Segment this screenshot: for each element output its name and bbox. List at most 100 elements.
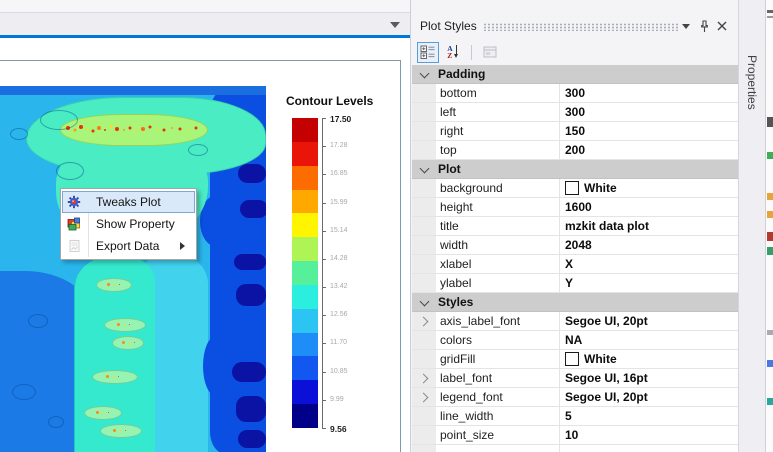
edge-fragment — [767, 360, 773, 367]
property-value[interactable]: 150 — [560, 122, 738, 140]
property-label[interactable]: line_width — [436, 407, 560, 425]
contour-hotspot — [84, 406, 122, 420]
category-row-plot[interactable]: Plot — [412, 160, 738, 179]
row-gutter — [412, 350, 436, 368]
property-label[interactable]: point_size — [436, 426, 560, 444]
window-menu-icon[interactable] — [678, 18, 694, 34]
edge-fragment — [767, 398, 773, 405]
contour-top-band — [0, 86, 266, 95]
property-value[interactable] — [560, 445, 738, 452]
clipped-edge-strip — [765, 0, 773, 452]
toolbar-separator — [471, 44, 472, 60]
colorbar-block — [292, 284, 318, 309]
property-pages-icon[interactable] — [479, 42, 501, 63]
row-gutter — [412, 312, 436, 330]
property-value[interactable]: Y — [560, 274, 738, 292]
chevron-down-icon[interactable] — [419, 163, 429, 173]
colorbar-tick-label: 17.50 — [330, 114, 352, 124]
chevron-down-icon[interactable] — [419, 68, 429, 78]
properties-icon — [61, 217, 87, 231]
tab-properties[interactable]: Properties — [745, 55, 759, 110]
document-top-strip — [0, 0, 410, 12]
property-value-text: 300 — [565, 86, 586, 100]
submenu-arrow-icon — [180, 242, 189, 250]
categorized-view-icon[interactable] — [417, 41, 439, 63]
property-value[interactable]: 1600 — [560, 198, 738, 216]
colorbar-tick-label: 15.14 — [330, 227, 348, 234]
property-value[interactable]: 2048 — [560, 236, 738, 254]
property-value-text: mzkit data plot — [565, 219, 650, 233]
colorbar-tick-mark — [322, 146, 326, 147]
colorbar-tick-mark — [322, 118, 326, 119]
category-row-padding[interactable]: Padding — [412, 65, 738, 84]
contour-plot-image[interactable] — [0, 86, 266, 452]
property-label[interactable]: background — [436, 179, 560, 197]
expand-chevron-icon[interactable] — [418, 316, 428, 326]
property-label[interactable]: top — [436, 141, 560, 159]
expand-chevron-icon[interactable] — [418, 373, 428, 383]
edge-fragment — [767, 232, 773, 241]
row-gutter — [412, 198, 436, 216]
property-label[interactable]: colors — [436, 331, 560, 349]
colorbar-tick-label: 12.56 — [330, 311, 348, 318]
property-value[interactable]: NA — [560, 331, 738, 349]
contour-outline — [56, 162, 84, 180]
property-value[interactable]: 5 — [560, 407, 738, 425]
property-label[interactable]: axis_label_font — [436, 312, 560, 330]
close-icon[interactable] — [714, 18, 730, 34]
colorbar-tick-mark — [322, 287, 326, 288]
property-label[interactable]: width — [436, 236, 560, 254]
property-value[interactable]: mzkit data plot — [560, 217, 738, 235]
gear-icon — [61, 195, 87, 209]
colorbar-tick-mark — [322, 259, 326, 260]
menu-item-show-property[interactable]: Show Property — [61, 213, 196, 235]
property-value[interactable]: Segoe UI, 20pt — [560, 388, 738, 406]
property-value[interactable]: X — [560, 255, 738, 273]
expand-chevron-icon[interactable] — [418, 392, 428, 402]
category-gutter — [412, 65, 436, 83]
property-value[interactable]: 10 — [560, 426, 738, 444]
chevron-down-icon[interactable] — [419, 296, 429, 306]
property-value[interactable]: White — [560, 350, 738, 368]
property-label[interactable]: right — [436, 122, 560, 140]
property-label[interactable]: height — [436, 198, 560, 216]
property-label[interactable]: ylabel — [436, 274, 560, 292]
contour-outline — [188, 144, 208, 156]
property-label[interactable]: legend_font — [436, 388, 560, 406]
menu-item-tweaks-plot[interactable]: Tweaks Plot — [61, 191, 196, 213]
colorbar-block — [292, 308, 318, 333]
pin-icon[interactable] — [696, 18, 712, 34]
property-label[interactable]: title — [436, 217, 560, 235]
property-value-text: 1600 — [565, 200, 592, 214]
menu-item-label: Export Data — [96, 239, 160, 253]
contour-blob-navy — [238, 164, 266, 183]
alphabetical-sort-icon[interactable]: AZ — [442, 42, 464, 63]
property-value[interactable]: 300 — [560, 103, 738, 121]
property-label[interactable]: bottom — [436, 84, 560, 102]
category-row-styles[interactable]: Styles — [412, 293, 738, 312]
property-value[interactable]: Segoe UI, 20pt — [560, 312, 738, 330]
chevron-down-icon[interactable] — [390, 22, 400, 33]
property-label[interactable]: gridFill — [436, 350, 560, 368]
colorbar-tick-mark — [322, 343, 326, 344]
property-value[interactable]: 300 — [560, 84, 738, 102]
contour-outline — [40, 110, 78, 130]
property-value-text: White — [584, 181, 617, 195]
row-gutter — [412, 445, 436, 452]
edge-fragment — [767, 152, 773, 159]
property-label[interactable]: label_font — [436, 369, 560, 387]
property-label[interactable]: left — [436, 103, 560, 121]
property-label[interactable]: xlabel — [436, 255, 560, 273]
property-value[interactable]: White — [560, 179, 738, 197]
colorbar-block — [292, 332, 318, 357]
menu-item-export-data[interactable]: Export Data — [61, 235, 196, 257]
property-value[interactable]: 200 — [560, 141, 738, 159]
contour-hotspot — [112, 336, 144, 350]
property-row-title: title mzkit data plot — [412, 217, 738, 236]
panel-titlebar[interactable]: Plot Styles — [411, 13, 738, 40]
property-row-bottom: bottom 300 — [412, 84, 738, 103]
property-label[interactable] — [436, 445, 560, 452]
row-gutter — [412, 103, 436, 121]
edge-fragment — [767, 211, 773, 218]
property-value[interactable]: Segoe UI, 16pt — [560, 369, 738, 387]
